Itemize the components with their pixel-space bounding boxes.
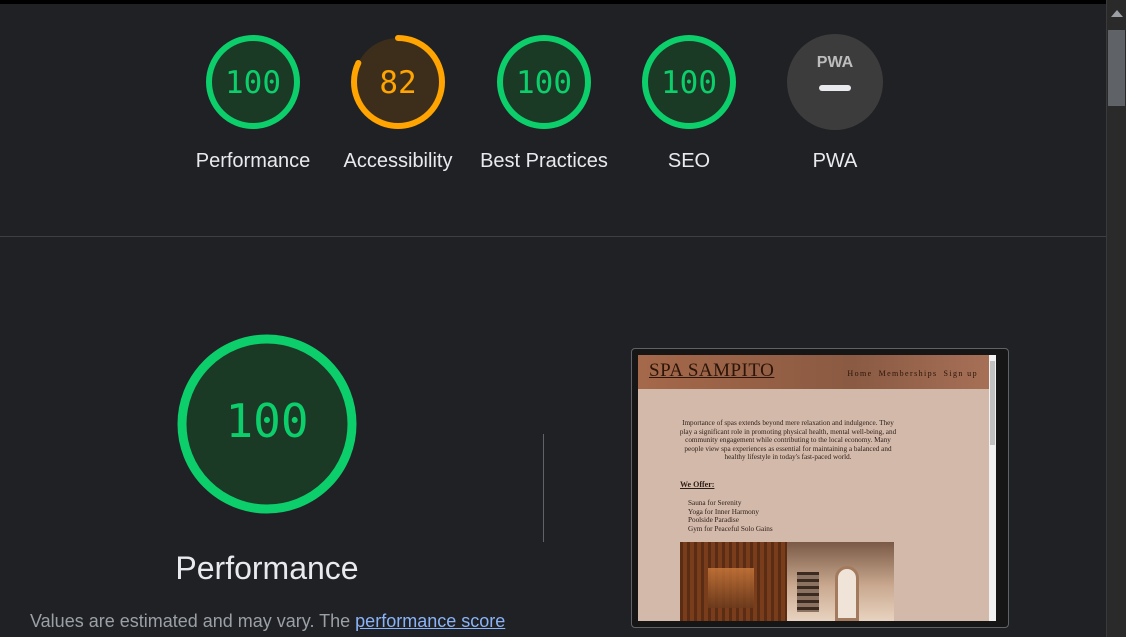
gauge-accessibility[interactable]: 82 Accessibility <box>333 34 463 176</box>
site-header: SPA SAMPITO Home Memberships Sign up <box>638 355 996 389</box>
list-item: Yoga for Inner Harmony <box>688 507 759 516</box>
performance-score-link[interactable]: performance score <box>355 611 505 631</box>
pwa-dash <box>819 85 851 91</box>
site-nav-signup: Sign up <box>943 369 978 378</box>
screenshot-scroll-thumb <box>990 361 995 445</box>
site-nav: Home Memberships Sign up <box>841 369 978 378</box>
gauge-performance-label: Performance <box>195 150 311 172</box>
gauge-performance[interactable]: 100 Performance <box>188 34 318 176</box>
gauge-best-practices-score: 100 <box>516 65 572 101</box>
category-title: Performance <box>175 550 359 586</box>
estimate-note-text: Values are estimated and may vary. The <box>30 611 356 631</box>
performance-big-score: 100 <box>225 394 308 448</box>
gauge-seo-label: SEO <box>667 150 711 172</box>
gym-image <box>787 542 894 621</box>
site-offer-heading: We Offer: <box>680 480 715 489</box>
final-screenshot: SPA SAMPITO Home Memberships Sign up Impor… <box>638 355 996 621</box>
performance-big-gauge-ring: 100 <box>177 334 357 514</box>
estimate-note: Values are estimated and may vary. The p… <box>30 611 505 632</box>
list-item: Gym for Peaceful Solo Gains <box>688 524 773 533</box>
pwa-icon: PWA <box>787 34 883 130</box>
score-gauges: 100 Performance 82 Accessibility 100 Bes… <box>0 0 1106 236</box>
site-logo: SPA SAMPITO <box>649 360 775 381</box>
gauge-seo-score: 100 <box>661 65 717 101</box>
gauge-performance-ring: 100 <box>206 35 300 129</box>
list-item: Poolside Paradise <box>688 516 739 525</box>
final-screenshot-frame[interactable]: SPA SAMPITO Home Memberships Sign up Impor… <box>631 348 1009 628</box>
gauge-accessibility-label: Accessibility <box>343 150 453 172</box>
pwa-badge-text: PWA <box>817 54 854 71</box>
gauge-pwa[interactable]: PWA PWA <box>770 34 900 176</box>
gauge-best-practices-label: Best Practices <box>480 150 608 172</box>
section-divider <box>0 236 1106 237</box>
gauge-best-practices[interactable]: 100 Best Practices <box>479 34 609 176</box>
site-nav-home: Home <box>847 369 873 378</box>
gauge-accessibility-ring: 82 <box>351 35 445 129</box>
gauge-pwa-label: PWA <box>812 150 858 172</box>
gauge-performance-score: 100 <box>225 65 281 101</box>
gauge-pwa-fill <box>787 34 883 130</box>
site-nav-memberships: Memberships <box>878 369 938 378</box>
scroll-thumb[interactable] <box>1108 30 1125 106</box>
gauge-best-practices-ring: 100 <box>497 35 591 129</box>
gauge-seo[interactable]: 100 SEO <box>624 34 754 176</box>
vertical-separator <box>543 434 544 542</box>
site-offer-list: Sauna for Serenity Yoga for Inner Harmon… <box>688 499 773 533</box>
gauge-seo-ring: 100 <box>642 35 736 129</box>
list-item: Sauna for Serenity <box>688 499 742 507</box>
gauge-accessibility-score: 82 <box>379 65 416 101</box>
screenshot-scrollbar <box>989 355 996 621</box>
scroll-up-arrow-icon[interactable] <box>1111 10 1123 17</box>
performance-big-gauge: 100 <box>176 333 358 520</box>
sauna-image <box>680 542 787 621</box>
page-scrollbar[interactable] <box>1106 0 1126 637</box>
site-intro: Importance of spas extends beyond mere r… <box>679 419 897 462</box>
